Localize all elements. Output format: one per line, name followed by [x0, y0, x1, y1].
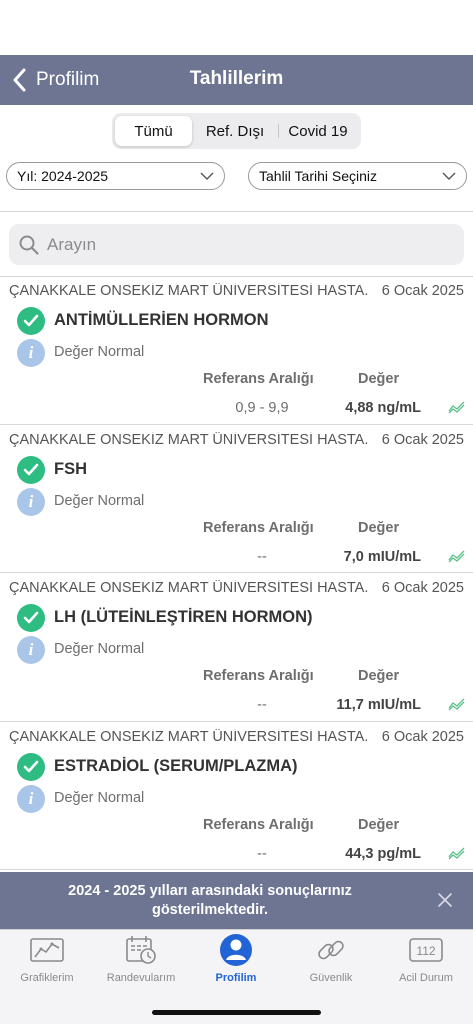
value-header: Değer: [358, 668, 400, 684]
info-icon[interactable]: i: [17, 487, 45, 516]
segment-out-of-range[interactable]: Ref. Dışı: [192, 116, 278, 146]
status-bar-area: [0, 0, 473, 55]
search-icon: [19, 235, 39, 255]
check-circle-icon: [17, 455, 45, 484]
hospital-name: ÇANAKKALE ONSEKİZ MART ÜNİVERSİTESİ HAST…: [9, 431, 369, 448]
result-value: 7,0 mIU/mL: [343, 548, 421, 565]
person-icon: [218, 934, 254, 966]
value-header: Değer: [358, 816, 400, 833]
check-circle-icon: [17, 752, 45, 781]
tab-label: Güvenlik: [309, 972, 353, 984]
trend-chart-icon[interactable]: [448, 549, 465, 563]
check-circle-icon: [17, 604, 45, 632]
test-name: FSH: [54, 459, 87, 478]
back-button[interactable]: Profilim: [12, 65, 99, 95]
result-value: 11,7 mIU/mL: [336, 697, 421, 713]
navigation-bar: Profilim Tahlillerim: [0, 55, 473, 105]
test-date-dropdown-label: Tahlil Tarihi Seçiniz: [259, 168, 378, 184]
result-status: Değer Normal: [54, 641, 145, 657]
result-card[interactable]: ÇANAKKALE ONSEKİZ MART ÜNİVERSİTESİ HAST…: [0, 722, 473, 870]
hospital-name: ÇANAKKALE ONSEKİZ MART ÜNİVERSİTESİ HAST…: [9, 283, 369, 299]
search-bar[interactable]: [9, 224, 464, 265]
result-status: Değer Normal: [54, 492, 145, 509]
value-header: Değer: [358, 519, 400, 536]
tab-label: Randevularım: [106, 972, 176, 984]
segment-covid-label: Covid 19: [288, 122, 348, 140]
result-date: 6 Ocak 2025: [381, 283, 464, 299]
trend-chart-icon[interactable]: [448, 400, 465, 414]
segment-divider: [278, 124, 279, 138]
search-input[interactable]: [47, 234, 447, 255]
tab-guvenlik[interactable]: Güvenlik: [284, 934, 378, 990]
filter-segmented-control: Tümü Ref. Dışı Covid 19: [112, 113, 361, 149]
year-dropdown[interactable]: Yıl: 2024-2025: [6, 162, 225, 190]
reference-range-value: 0,9 - 9,9: [235, 400, 289, 416]
reference-range-value: --: [257, 548, 267, 565]
tab-randevularim[interactable]: Randevularım: [94, 934, 188, 990]
info-icon[interactable]: i: [17, 636, 45, 664]
segment-out-of-range-label: Ref. Dışı: [205, 122, 265, 140]
home-indicator: [152, 1010, 321, 1015]
tab-label: Profilim: [215, 972, 257, 984]
info-icon[interactable]: i: [17, 784, 45, 813]
reference-range-header: Referans Aralığı: [203, 371, 314, 387]
result-card[interactable]: ÇANAKKALE ONSEKİZ MART ÜNİVERSİTESİ HAST…: [0, 573, 473, 722]
tab-acil-durum[interactable]: 112 Acil Durum: [379, 934, 473, 990]
calendar-clock-icon: [123, 934, 159, 966]
reference-range-header: Referans Aralığı: [203, 816, 314, 833]
segment-covid[interactable]: Covid 19: [278, 116, 358, 146]
chart-icon: [29, 934, 65, 966]
result-value: 44,3 pg/mL: [345, 845, 421, 862]
back-label: Profilim: [36, 69, 100, 90]
info-banner: 2024 - 2025 yılları arasındaki sonuçları…: [0, 872, 473, 929]
info-icon[interactable]: i: [17, 339, 45, 367]
reference-range-header: Referans Aralığı: [203, 519, 314, 536]
result-date: 6 Ocak 2025: [381, 580, 464, 596]
check-circle-icon: [17, 307, 45, 335]
segment-all[interactable]: Tümü: [115, 116, 192, 146]
tab-label: Grafiklerim: [20, 972, 74, 984]
chevron-left-icon: [13, 68, 26, 92]
hospital-name: ÇANAKKALE ONSEKİZ MART ÜNİVERSİTESİ HAST…: [9, 580, 369, 596]
divider: [0, 211, 473, 212]
result-date: 6 Ocak 2025: [381, 431, 464, 448]
close-icon[interactable]: [437, 892, 453, 908]
chevron-down-icon: [200, 172, 214, 180]
chevron-down-icon: [442, 172, 456, 180]
result-card[interactable]: ÇANAKKALE ONSEKİZ MART ÜNİVERSİTESİ HAST…: [0, 425, 473, 573]
reference-range-value: --: [257, 697, 267, 713]
hospital-name: ÇANAKKALE ONSEKİZ MART ÜNİVERSİTESİ HAST…: [9, 728, 369, 745]
result-card[interactable]: ÇANAKKALE ONSEKİZ MART ÜNİVERSİTESİ HAST…: [0, 276, 473, 425]
svg-text:112: 112: [416, 944, 435, 958]
link-icon: [313, 934, 349, 966]
test-date-dropdown[interactable]: Tahlil Tarihi Seçiniz: [248, 162, 467, 190]
banner-text: 2024 - 2025 yılları arasındaki sonuçları…: [68, 883, 352, 918]
result-status: Değer Normal: [54, 344, 145, 360]
result-value: 4,88 ng/mL: [345, 400, 421, 416]
results-list: ÇANAKKALE ONSEKİZ MART ÜNİVERSİTESİ HAST…: [0, 276, 473, 870]
tab-label: Acil Durum: [399, 972, 453, 984]
test-name: LH (LÜTEİNLEŞTİREN HORMON): [54, 608, 313, 626]
result-status: Değer Normal: [54, 789, 145, 806]
tab-grafiklerim[interactable]: Grafiklerim: [0, 934, 94, 990]
emergency-112-icon: 112: [408, 934, 444, 966]
reference-range-header: Referans Aralığı: [203, 668, 314, 684]
result-date: 6 Ocak 2025: [381, 728, 464, 745]
test-name: ANTİMÜLLERİEN HORMON: [54, 311, 269, 329]
test-name: ESTRADİOL (SERUM/PLAZMA): [54, 756, 298, 775]
year-dropdown-label: Yıl: 2024-2025: [17, 168, 109, 184]
reference-range-value: --: [257, 845, 267, 862]
value-header: Değer: [358, 371, 400, 387]
trend-chart-icon[interactable]: [448, 697, 465, 711]
trend-chart-icon[interactable]: [448, 846, 465, 860]
tab-profilim[interactable]: Profilim: [189, 934, 283, 990]
